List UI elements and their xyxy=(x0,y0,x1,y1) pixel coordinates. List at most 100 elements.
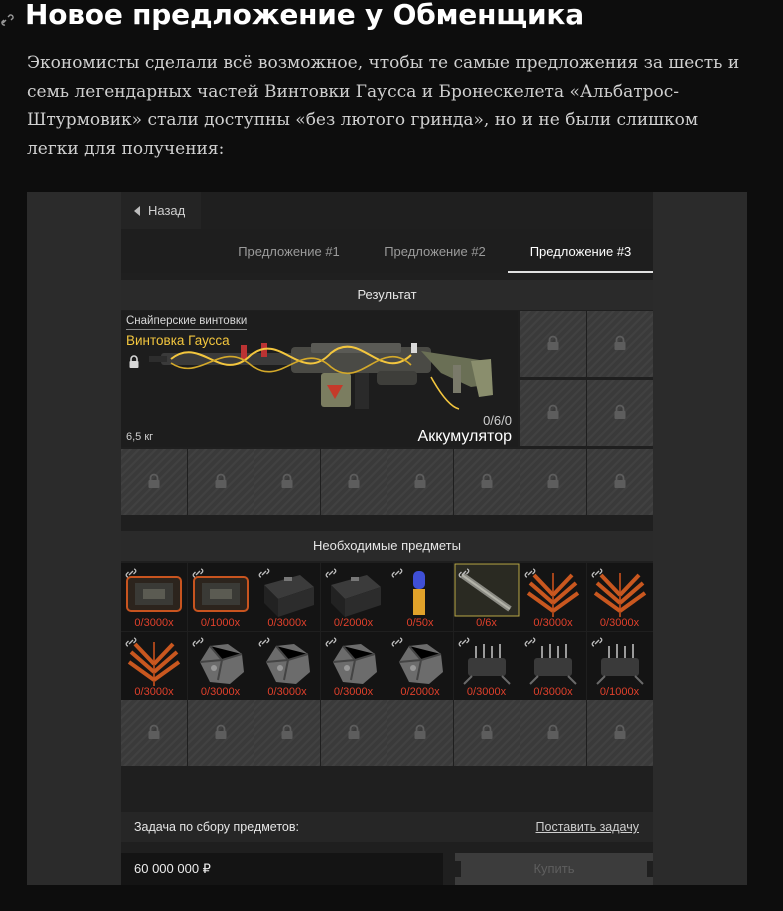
required-item[interactable]: 0/3000x xyxy=(254,632,320,700)
trader-panel: Назад Предложение #1 Предложение #2 Пред… xyxy=(121,192,653,885)
intro-paragraph: Экономисты сделали всё возможное, чтобы … xyxy=(27,53,740,159)
padlock-icon xyxy=(281,724,293,739)
link-icon xyxy=(591,637,602,647)
locked-slot xyxy=(320,449,387,515)
price-value: 60 000 000 ₽ xyxy=(134,861,211,876)
item-quantity: 0/3000x xyxy=(466,686,507,698)
link-icon xyxy=(192,637,203,647)
required-item[interactable]: 0/3000x xyxy=(187,632,254,700)
link-icon xyxy=(125,637,137,647)
locked-slot xyxy=(586,311,653,377)
link-icon xyxy=(258,568,270,578)
required-item[interactable]: 0/3000x xyxy=(320,632,387,700)
locked-slot xyxy=(453,700,520,766)
item-quantity: 0/3000x xyxy=(200,686,241,698)
padlock-icon xyxy=(481,724,492,739)
link-icon xyxy=(258,637,270,647)
required-item[interactable]: 0/2000x xyxy=(320,563,387,631)
offer-tabs: Предложение #1 Предложение #2 Предложени… xyxy=(121,229,653,273)
buy-button-right-notch xyxy=(647,861,653,877)
required-item[interactable]: 0/3000x xyxy=(121,632,187,700)
locked-slot xyxy=(254,700,320,766)
locked-slot xyxy=(520,700,586,766)
link-icon[interactable] xyxy=(0,14,16,28)
required-item[interactable]: 0/3000x xyxy=(453,632,520,700)
locked-slot xyxy=(187,700,254,766)
link-icon xyxy=(391,637,403,647)
required-item[interactable]: 0/1000x xyxy=(586,632,653,700)
link-icon xyxy=(192,568,203,578)
padlock-icon xyxy=(614,724,625,739)
padlock-icon xyxy=(148,724,160,739)
link-icon xyxy=(125,568,137,578)
link-icon xyxy=(458,568,469,578)
padlock-icon xyxy=(148,473,160,488)
padlock-icon xyxy=(414,473,426,488)
item-quantity: 0/3000x xyxy=(134,617,174,629)
padlock-icon xyxy=(481,473,492,488)
required-item[interactable]: 0/3000x xyxy=(520,632,586,700)
required-item[interactable]: 0/6x xyxy=(453,563,520,631)
item-quantity: 0/1000x xyxy=(200,617,241,629)
link-icon xyxy=(325,637,336,647)
item-quantity: 0/3000x xyxy=(533,617,573,629)
tab-offer-3[interactable]: Предложение #3 xyxy=(508,229,653,273)
result-weapon-card[interactable]: Снайперские винтовки Винтовка Гаусса 6,5… xyxy=(121,311,518,447)
item-quantity: 0/3000x xyxy=(134,686,174,698)
link-icon xyxy=(524,637,536,647)
locked-slot xyxy=(387,449,453,515)
item-quantity: 0/50x xyxy=(406,617,434,629)
buy-button[interactable]: Купить xyxy=(455,853,653,885)
locked-slot xyxy=(387,700,453,766)
required-items-title: Необходимые предметы xyxy=(121,531,653,561)
set-task-link[interactable]: Поставить задачу xyxy=(536,812,639,842)
ammo-type: Аккумулятор xyxy=(417,428,512,445)
item-quantity: 0/2000x xyxy=(333,617,374,629)
buy-button-left-notch xyxy=(455,861,461,877)
buy-button-label: Купить xyxy=(533,861,575,876)
tab-offer-1[interactable]: Предложение #1 xyxy=(221,229,357,273)
tab-offer-2[interactable]: Предложение #2 xyxy=(367,229,503,273)
required-item[interactable]: 0/50x xyxy=(387,563,453,631)
padlock-icon xyxy=(614,404,625,419)
back-button[interactable]: Назад xyxy=(121,192,201,229)
required-item[interactable]: 0/3000x xyxy=(121,563,187,631)
result-title: Результат xyxy=(121,280,653,310)
padlock-icon xyxy=(614,335,625,350)
locked-slot xyxy=(121,449,187,515)
padlock-icon xyxy=(348,724,359,739)
lock-icon xyxy=(129,355,139,368)
item-quantity: 0/3000x xyxy=(533,686,573,698)
item-quantity: 0/6x xyxy=(476,617,497,629)
padlock-icon xyxy=(547,335,559,350)
padlock-icon xyxy=(547,724,559,739)
item-quantity: 0/3000x xyxy=(599,617,640,629)
required-item[interactable]: 0/3000x xyxy=(254,563,320,631)
required-item[interactable]: 0/3000x xyxy=(586,563,653,631)
task-bar: Задача по сбору предметов: Поставить зад… xyxy=(121,812,653,842)
padlock-icon xyxy=(348,473,359,488)
ammo-count: 0/6/0 xyxy=(483,413,512,428)
back-arrow-icon xyxy=(134,206,140,216)
locked-slot xyxy=(586,380,653,446)
padlock-icon xyxy=(215,724,226,739)
padlock-icon xyxy=(547,473,559,488)
locked-slot xyxy=(520,311,586,377)
required-item[interactable]: 0/2000x xyxy=(387,632,453,700)
padlock-icon xyxy=(215,473,226,488)
item-quantity: 0/3000x xyxy=(333,686,374,698)
page-title: Новое предложение у Обменщика xyxy=(25,0,584,31)
article-heading: Новое предложение у Обменщика xyxy=(0,0,783,40)
locked-slot xyxy=(187,449,254,515)
item-quantity: 0/2000x xyxy=(400,686,440,698)
required-item[interactable]: 0/1000x xyxy=(187,563,254,631)
required-item[interactable]: 0/3000x xyxy=(520,563,586,631)
locked-slot xyxy=(520,449,586,515)
price-field: 60 000 000 ₽ xyxy=(121,853,443,885)
link-icon xyxy=(458,637,469,647)
locked-slot xyxy=(586,700,653,766)
item-quantity: 0/3000x xyxy=(267,686,307,698)
locked-slot xyxy=(254,449,320,515)
link-icon xyxy=(591,568,602,578)
locked-slot xyxy=(320,700,387,766)
